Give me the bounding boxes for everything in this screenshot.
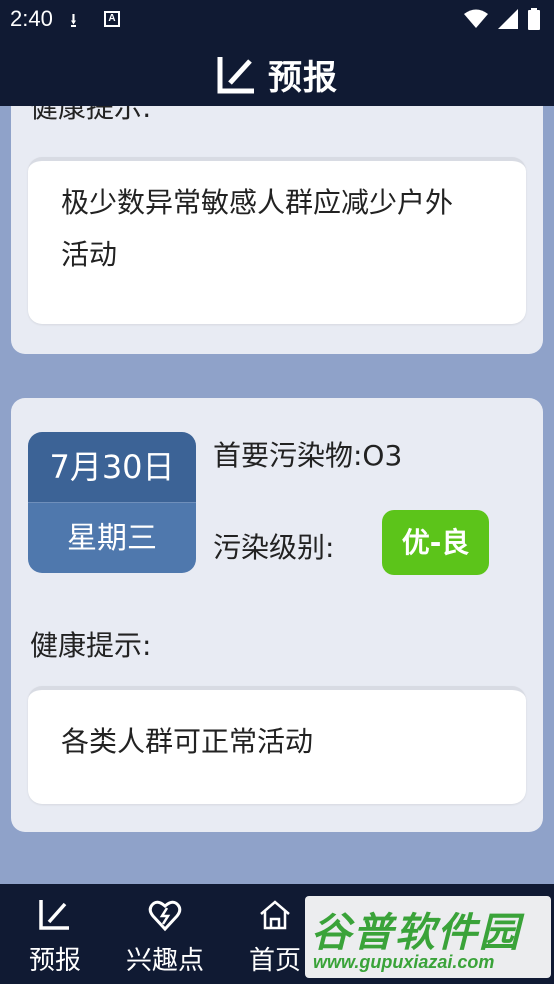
watermark-url: www.gupuxiazai.com [313, 952, 495, 972]
app-bar: 预报 [0, 36, 554, 106]
forecast-card: 健康提示: 极少数异常敏感人群应减少户外活动 [11, 106, 543, 354]
forecast-icon [0, 898, 110, 932]
a-icon: A [104, 11, 120, 27]
status-icons [464, 8, 540, 30]
health-tip-box: 各类人群可正常活动 [28, 686, 526, 804]
health-label: 健康提示: [30, 629, 152, 662]
weekday-text: 星期三 [28, 502, 196, 573]
nav-label: 预报 [28, 946, 81, 976]
battery-icon [528, 8, 540, 30]
signal-icon [498, 9, 518, 29]
page-title: 预报 [268, 58, 338, 98]
primary-pollutant: 首要污染物:O3 [213, 439, 403, 472]
status-time: 2:40 [10, 6, 53, 31]
health-label: 健康提示: [30, 106, 152, 124]
forecast-list[interactable]: 健康提示: 极少数异常敏感人群应减少户外活动 7月30日 星期三 首要污染物:O… [0, 106, 554, 884]
date-text: 7月30日 [28, 432, 196, 502]
status-bar: 2:40 ⭳ A [0, 0, 554, 36]
health-tip-text: 极少数异常敏感人群应减少户外活动 [61, 186, 454, 271]
nav-item-poi[interactable]: 兴趣点 [110, 884, 220, 984]
nav-label: 兴趣点 [125, 946, 204, 976]
watermark-logo-text: 谷普软件园 [311, 910, 521, 956]
date-badge: 7月30日 星期三 [28, 432, 196, 573]
forecast-card: 7月30日 星期三 首要污染物:O3 污染级别: 优-良 健康提示: 各类人群可… [11, 398, 543, 832]
pollution-level-badge: 优-良 [382, 510, 489, 575]
forecast-icon [217, 56, 254, 93]
nav-item-forecast[interactable]: 预报 [0, 884, 110, 984]
health-tip-text: 各类人群可正常活动 [61, 725, 314, 758]
download-icon: ⭳ [70, 10, 77, 32]
health-tip-box: 极少数异常敏感人群应减少户外活动 [28, 157, 526, 324]
pollution-level-label: 污染级别: [213, 531, 335, 564]
wifi-icon [464, 9, 488, 28]
heart-pin-icon [110, 898, 220, 932]
watermark: 谷普软件园 www.gupuxiazai.com [305, 896, 551, 978]
app-title-wrap: 预报 [0, 50, 554, 99]
